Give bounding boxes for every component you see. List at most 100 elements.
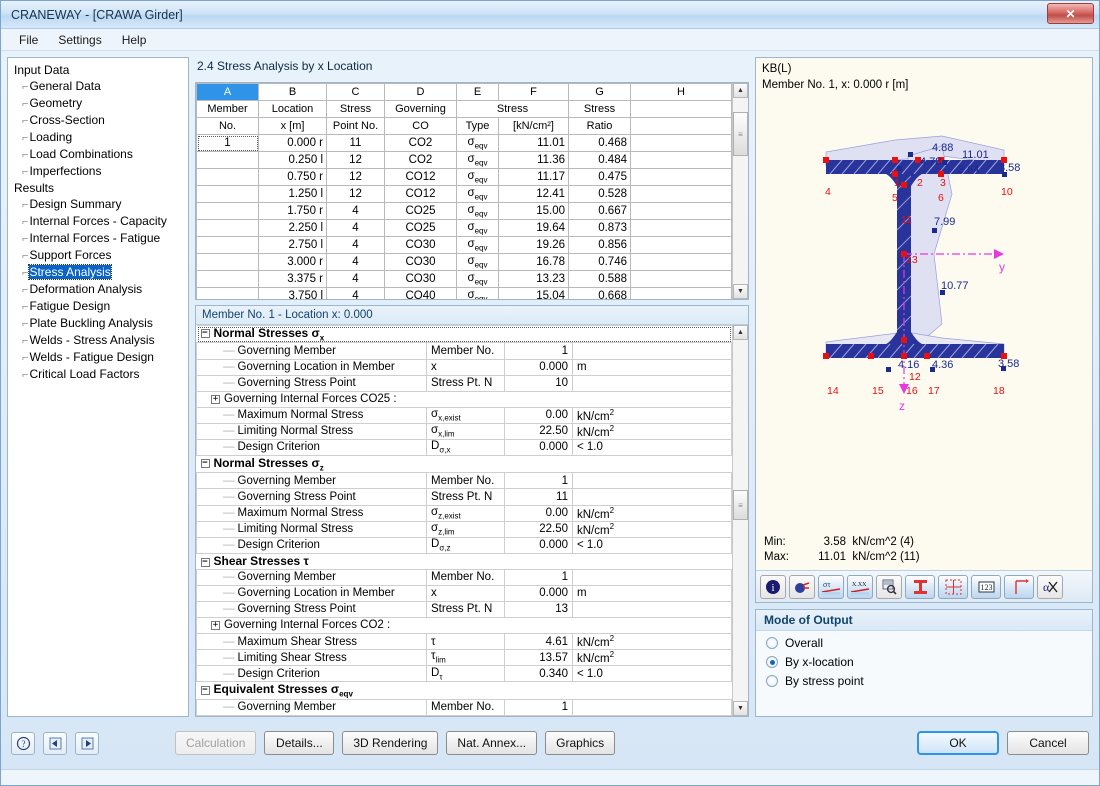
axes-icon[interactable] bbox=[1004, 574, 1034, 599]
sidebar-item-design-summary[interactable]: ⌐ Design Summary bbox=[12, 196, 186, 213]
ok-button[interactable]: OK bbox=[917, 731, 999, 755]
detail-row[interactable]: — Governing Member Member No. 1 bbox=[196, 342, 732, 360]
detail-row[interactable]: — Design Criterion Dσ,x 0.000 < 1.0 bbox=[196, 438, 732, 456]
sidebar-item-support-forces[interactable]: ⌐ Support Forces bbox=[12, 247, 186, 264]
cell-blank[interactable] bbox=[630, 270, 732, 288]
detail-row[interactable]: — Limiting Shear Stress τlim 13.57 kN/cm2 bbox=[196, 649, 732, 667]
cell-governing-co[interactable]: CO25 bbox=[384, 202, 457, 220]
cell-stress-type[interactable]: σeqv bbox=[456, 287, 499, 299]
cell-governing-co[interactable]: CO2 bbox=[384, 151, 457, 169]
table-row[interactable]: 3.750 l 4 CO40 σeqv 15.04 0.668 bbox=[196, 287, 732, 299]
table-row[interactable]: 1 0.000 r 11 CO2 σeqv 11.01 0.468 bbox=[196, 134, 732, 152]
scroll-up-icon[interactable]: ▲ bbox=[733, 83, 748, 98]
cell-stress-ratio[interactable]: 0.856 bbox=[568, 236, 631, 254]
cell-stress[interactable]: 16.78 bbox=[498, 253, 569, 271]
expand-icon[interactable]: + bbox=[211, 394, 220, 404]
cell-location[interactable]: 0.000 r bbox=[258, 134, 327, 152]
close-icon[interactable]: ✕ bbox=[1047, 3, 1094, 24]
detail-row[interactable]: — Governing Location in Member x 0.000 m bbox=[196, 584, 732, 602]
scroll-track[interactable]: ≡ bbox=[733, 98, 748, 284]
radio-by-x-location[interactable]: By x-location bbox=[756, 650, 1092, 669]
cell-governing-co[interactable]: CO30 bbox=[384, 236, 457, 254]
next-icon[interactable] bbox=[75, 731, 99, 755]
column-header-g[interactable]: G bbox=[568, 83, 631, 101]
cell-location[interactable]: 1.250 l bbox=[258, 185, 327, 203]
cell-stress-ratio[interactable]: 0.746 bbox=[568, 253, 631, 271]
sidebar-item-welds-fatigue-design[interactable]: ⌐ Welds - Fatigue Design bbox=[12, 349, 186, 366]
cell-blank[interactable] bbox=[630, 202, 732, 220]
detail-row[interactable]: + Governing Internal Forces CO2 : bbox=[196, 616, 732, 635]
cell-stress-type[interactable]: σeqv bbox=[456, 168, 499, 186]
detail-section-header[interactable]: − Normal Stresses σz bbox=[196, 454, 732, 474]
column-header-e[interactable]: E bbox=[456, 83, 499, 101]
cell-location[interactable]: 1.750 r bbox=[258, 202, 327, 220]
sidebar-item-imperfections[interactable]: ⌐ Imperfections bbox=[12, 163, 186, 180]
column-header-f[interactable]: F bbox=[498, 83, 569, 101]
cell-stress-type[interactable]: σeqv bbox=[456, 202, 499, 220]
table-row[interactable]: 2.250 l 4 CO25 σeqv 19.64 0.873 bbox=[196, 219, 732, 237]
column-header-h[interactable]: H bbox=[630, 83, 732, 101]
cell-blank[interactable] bbox=[630, 219, 732, 237]
table-row[interactable]: 0.250 l 12 CO2 σeqv 11.36 0.484 bbox=[196, 151, 732, 169]
cell-member[interactable] bbox=[196, 219, 259, 237]
cell-location[interactable]: 3.750 l bbox=[258, 287, 327, 299]
x-xx-icon[interactable]: X.XX bbox=[847, 574, 873, 599]
scroll-down-icon[interactable]: ▼ bbox=[733, 284, 748, 299]
graphics-button[interactable]: Graphics bbox=[545, 731, 616, 755]
cell-stress-type[interactable]: σeqv bbox=[456, 236, 499, 254]
detail-row[interactable]: — Governing Member Member No. 1 bbox=[196, 472, 732, 490]
cell-stress-type[interactable]: σeqv bbox=[456, 134, 499, 152]
sidebar-item-loading[interactable]: ⌐ Loading bbox=[12, 129, 186, 146]
scroll-thumb[interactable]: ≡ bbox=[733, 112, 748, 156]
detail-row[interactable]: — Governing Stress Point Stress Pt. N 10 bbox=[196, 374, 732, 392]
prev-icon[interactable] bbox=[43, 731, 67, 755]
cell-blank[interactable] bbox=[630, 185, 732, 203]
table-row[interactable]: 3.000 r 4 CO30 σeqv 16.78 0.746 bbox=[196, 253, 732, 271]
cell-stress-point[interactable]: 4 bbox=[326, 270, 385, 288]
sidebar-item-stress-analysis[interactable]: ⌐ Stress Analysis bbox=[12, 264, 186, 281]
cell-blank[interactable] bbox=[630, 134, 732, 152]
cell-stress-ratio[interactable]: 0.528 bbox=[568, 185, 631, 203]
cell-stress-type[interactable]: σeqv bbox=[456, 151, 499, 169]
cell-stress-ratio[interactable]: 0.667 bbox=[568, 202, 631, 220]
sidebar-item-load-combinations[interactable]: ⌐ Load Combinations bbox=[12, 146, 186, 163]
cell-governing-co[interactable]: CO30 bbox=[384, 253, 457, 271]
cell-governing-co[interactable]: CO40 bbox=[384, 287, 457, 299]
sidebar-item-critical-load-factors[interactable]: ⌐ Critical Load Factors bbox=[12, 366, 186, 383]
cell-stress-point[interactable]: 4 bbox=[326, 236, 385, 254]
detail-row[interactable]: — Governing Member Member No. 1 bbox=[196, 698, 732, 716]
cell-stress-ratio[interactable]: 0.468 bbox=[568, 134, 631, 152]
numbers-icon[interactable]: 123 bbox=[971, 574, 1001, 599]
cell-member[interactable] bbox=[196, 287, 259, 299]
section-icon[interactable] bbox=[905, 574, 935, 599]
cell-location[interactable]: 3.375 r bbox=[258, 270, 327, 288]
radio-overall[interactable]: Overall bbox=[756, 631, 1092, 650]
detail-scroll-thumb[interactable]: ≡ bbox=[733, 490, 748, 520]
cell-stress-ratio[interactable]: 0.484 bbox=[568, 151, 631, 169]
sidebar-item-fatigue-design[interactable]: ⌐ Fatigue Design bbox=[12, 298, 186, 315]
cancel-button[interactable]: Cancel bbox=[1007, 731, 1089, 755]
detail-section-header[interactable]: − Shear Stresses τ bbox=[196, 552, 732, 570]
cell-stress[interactable]: 13.23 bbox=[498, 270, 569, 288]
3d-rendering-button[interactable]: 3D Rendering bbox=[342, 731, 439, 755]
menu-item-file[interactable]: File bbox=[9, 31, 48, 49]
dimensions-icon[interactable] bbox=[938, 574, 968, 599]
cell-stress[interactable]: 19.26 bbox=[498, 236, 569, 254]
cell-stress-point[interactable]: 12 bbox=[326, 168, 385, 186]
cell-stress[interactable]: 11.01 bbox=[498, 134, 569, 152]
sidebar-item-internal-forces-capacity[interactable]: ⌐ Internal Forces - Capacity bbox=[12, 213, 186, 230]
nat-annex-button[interactable]: Nat. Annex... bbox=[446, 731, 538, 755]
cell-stress-point[interactable]: 4 bbox=[326, 202, 385, 220]
column-header-a[interactable]: A bbox=[196, 83, 259, 101]
collapse-icon[interactable]: − bbox=[200, 685, 210, 695]
cell-stress-type[interactable]: σeqv bbox=[456, 270, 499, 288]
collapse-icon[interactable]: − bbox=[200, 329, 210, 339]
cell-stress-ratio[interactable]: 0.588 bbox=[568, 270, 631, 288]
cell-location[interactable]: 0.750 r bbox=[258, 168, 327, 186]
detail-row[interactable]: — Governing Stress Point Stress Pt. N 11 bbox=[196, 488, 732, 506]
cell-stress-point[interactable]: 4 bbox=[326, 219, 385, 237]
column-header-b[interactable]: B bbox=[258, 83, 327, 101]
sidebar-item-geometry[interactable]: ⌐ Geometry bbox=[12, 95, 186, 112]
detail-row[interactable]: — Design Criterion Dτ 0.340 < 1.0 bbox=[196, 665, 732, 683]
cell-stress-point[interactable]: 11 bbox=[326, 134, 385, 152]
